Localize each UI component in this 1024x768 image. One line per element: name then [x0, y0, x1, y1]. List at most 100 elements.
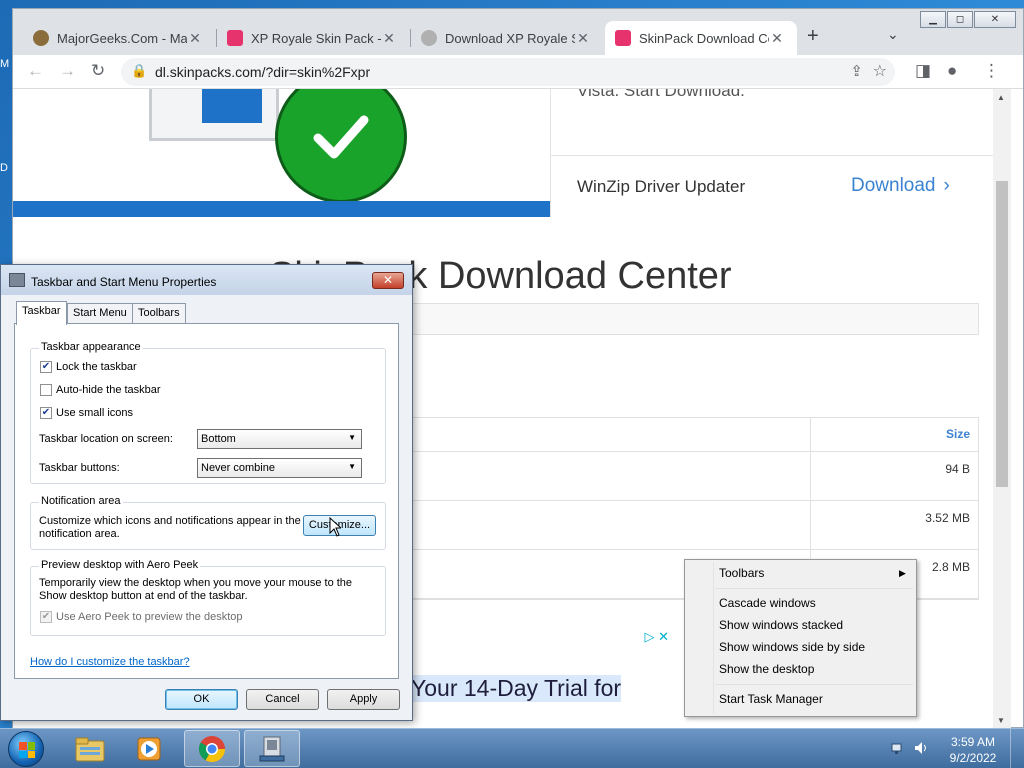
hero-accent-bar [13, 201, 550, 217]
system-clock[interactable]: 3:59 AM 9/2/2022 [944, 734, 1002, 766]
checkbox-label[interactable]: Auto-hide the taskbar [56, 384, 161, 396]
menu-icon[interactable]: ⋮ [983, 61, 1000, 81]
tab-toolbars[interactable]: Toolbars [132, 303, 186, 323]
desktop-icon-label: M [0, 58, 10, 70]
tab-close-icon[interactable]: ✕ [381, 30, 397, 47]
close-window-button[interactable]: ✕ [974, 11, 1016, 28]
dialog-titlebar[interactable]: Taskbar and Start Menu Properties ✕ [1, 265, 412, 295]
url-text[interactable]: dl.skinpacks.com/?dir=skin%2Fxpr [155, 64, 370, 80]
lock-icon[interactable]: 🔒 [131, 63, 147, 79]
ok-button[interactable]: OK [165, 689, 238, 710]
taskbar-appearance-group: Taskbar appearance ✔ Lock the taskbar Au… [30, 341, 386, 484]
file-size: 3.52 MB [810, 501, 978, 549]
taskbar-explorer[interactable] [62, 730, 118, 767]
show-desktop-button[interactable] [1010, 729, 1024, 768]
tab-close-icon[interactable]: ✕ [187, 30, 203, 47]
auto-hide-checkbox[interactable] [40, 384, 52, 396]
forward-icon[interactable]: → [59, 61, 76, 81]
dialog-title: Taskbar and Start Menu Properties [31, 275, 217, 289]
checkbox-label[interactable]: Use Aero Peek to preview the desktop [56, 611, 243, 623]
tab-start-menu[interactable]: Start Menu [67, 303, 133, 323]
buttons-label: Taskbar buttons: [39, 462, 120, 474]
media-player-icon [137, 737, 161, 760]
loading-favicon-icon [421, 30, 437, 46]
vertical-scrollbar[interactable]: ▲ ▼ [993, 89, 1011, 729]
ad-text[interactable]: Vista. Start Download. [577, 89, 745, 101]
menu-item-cascade[interactable]: Cascade windows [719, 596, 816, 610]
tab-close-icon[interactable]: ✕ [769, 30, 785, 47]
back-icon[interactable]: ← [27, 61, 44, 81]
menu-item-toolbars[interactable]: Toolbars [719, 566, 764, 580]
ad-box: Vista. Start Download. WinZip Driver Upd… [550, 89, 993, 217]
aero-peek-checkbox[interactable]: ✔ [40, 611, 52, 623]
chrome-icon [198, 735, 226, 762]
table-row[interactable]: 3.52 MB [412, 501, 978, 550]
tab-download-xp-royale[interactable]: Download XP Royale Skin Pack ✕ [411, 21, 599, 55]
windows-taskbar: 3:59 AM 9/2/2022 [0, 728, 1024, 768]
taskbar-buttons-select[interactable]: Never combine ▼ [197, 458, 362, 478]
checkbox-label[interactable]: Lock the taskbar [56, 361, 137, 373]
taskbar-properties[interactable] [244, 730, 300, 767]
bottom-ad[interactable]: ▷ ✕ Your 14-Day Trial for [411, 629, 673, 729]
tab-xp-royale[interactable]: XP Royale Skin Pack - SkinPack ✕ [217, 21, 405, 55]
apply-button[interactable]: Apply [327, 689, 400, 710]
location-label: Taskbar location on screen: [39, 433, 173, 445]
clock-date: 9/2/2022 [949, 751, 997, 765]
menu-item-stacked[interactable]: Show windows stacked [719, 618, 843, 632]
taskbar-chrome[interactable] [184, 730, 240, 767]
small-icons-checkbox[interactable]: ✔ [40, 407, 52, 419]
lock-taskbar-checkbox[interactable]: ✔ [40, 361, 52, 373]
maximize-button[interactable]: ◻ [947, 11, 973, 28]
hero-banner [13, 89, 550, 217]
tab-search-icon[interactable]: ⌄ [887, 26, 899, 43]
help-link[interactable]: How do I customize the taskbar? [30, 656, 190, 668]
tab-majorgeeks[interactable]: MajorGeeks.Com - MajorGeeks ✕ [23, 21, 211, 55]
group-label: Preview desktop with Aero Peek [39, 559, 201, 571]
menu-item-side-by-side[interactable]: Show windows side by side [719, 640, 865, 654]
ad-headline[interactable]: Your 14-Day Trial for [411, 675, 622, 702]
new-tab-button[interactable]: + [807, 25, 819, 48]
tab-skinpack-download-center[interactable]: SkinPack Download Center ✕ [605, 21, 797, 55]
taskbar-tab-panel: Taskbar appearance ✔ Lock the taskbar Au… [14, 323, 399, 679]
volume-icon[interactable] [914, 741, 928, 755]
cancel-button[interactable]: Cancel [246, 689, 319, 710]
folder-icon [75, 737, 105, 761]
taskbar-properties-icon [9, 273, 25, 287]
scroll-down-icon[interactable]: ▼ [997, 716, 1005, 725]
taskbar-media-player[interactable] [122, 730, 178, 767]
minimize-button[interactable]: ▁ [920, 11, 946, 28]
table-header-row: Size [412, 418, 978, 452]
share-icon[interactable]: ⇪ [850, 62, 863, 80]
side-panel-icon[interactable]: ◨ [915, 61, 931, 81]
checkbox-label[interactable]: Use small icons [56, 407, 133, 419]
table-row[interactable]: 94 B [412, 452, 978, 501]
scrollbar-thumb[interactable] [996, 181, 1008, 487]
tab-taskbar[interactable]: Taskbar [16, 301, 67, 325]
checkmark-icon [275, 89, 407, 203]
address-bar[interactable]: 🔒 dl.skinpacks.com/?dir=skin%2Fxpr ⇪ ☆ [121, 58, 895, 86]
tab-title: MajorGeeks.Com - MajorGeeks [57, 30, 187, 46]
monitor-icon [149, 89, 279, 141]
ad-choices-icon[interactable]: ▷ ✕ [644, 629, 669, 645]
ad-item-title[interactable]: WinZip Driver Updater [577, 177, 745, 197]
aero-peek-description: Temporarily view the desktop when you mo… [39, 577, 353, 602]
start-button[interactable] [8, 731, 44, 767]
ad-download-link[interactable]: Download › [851, 175, 950, 197]
menu-item-task-manager[interactable]: Start Task Manager [719, 692, 823, 706]
menu-item-show-desktop[interactable]: Show the desktop [719, 662, 814, 676]
tab-close-icon[interactable]: ✕ [575, 30, 591, 47]
tab-title: XP Royale Skin Pack - SkinPack [251, 30, 381, 46]
skinpack-favicon-icon [615, 30, 631, 46]
search-input[interactable] [411, 303, 979, 335]
mouse-cursor-icon [329, 517, 341, 537]
network-icon[interactable] [891, 741, 905, 755]
profile-icon[interactable]: ● [947, 61, 957, 81]
reload-icon[interactable]: ↻ [91, 61, 105, 81]
bookmark-star-icon[interactable]: ☆ [873, 61, 887, 81]
notification-description: Customize which icons and notifications … [39, 515, 301, 540]
taskbar-location-select[interactable]: Bottom ▼ [197, 429, 362, 449]
size-column-header[interactable]: Size [810, 418, 978, 451]
scroll-up-icon[interactable]: ▲ [997, 93, 1005, 102]
submenu-arrow-icon: ▶ [899, 568, 906, 578]
dialog-close-button[interactable]: ✕ [372, 272, 404, 289]
